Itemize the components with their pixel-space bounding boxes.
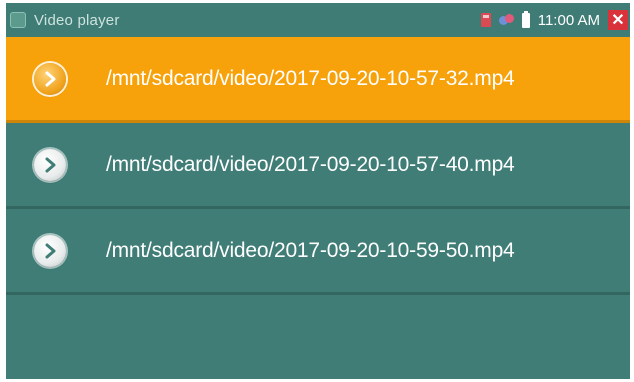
video-list-item[interactable]: /mnt/sdcard/video/2017-09-20-10-57-40.mp… (6, 123, 630, 209)
status-bar: 11:00 AM ✕ (480, 3, 630, 37)
battery-icon (521, 10, 530, 28)
video-list-item[interactable]: /mnt/sdcard/video/2017-09-20-10-57-32.mp… (6, 37, 630, 123)
video-file-list: /mnt/sdcard/video/2017-09-20-10-57-32.mp… (6, 37, 630, 295)
play-icon[interactable] (34, 234, 66, 267)
video-list-item[interactable]: /mnt/sdcard/video/2017-09-20-10-59-50.mp… (6, 209, 630, 295)
app-title: Video player (34, 11, 120, 29)
app-icon (10, 12, 26, 28)
play-icon[interactable] (34, 62, 66, 95)
play-icon[interactable] (34, 148, 66, 181)
video-file-name: /mnt/sdcard/video/2017-09-20-10-57-40.mp… (106, 152, 515, 176)
clock: 11:00 AM (537, 11, 600, 29)
close-button[interactable]: ✕ (608, 10, 628, 30)
sd-card-icon (480, 13, 491, 27)
close-icon: ✕ (611, 12, 625, 29)
usb-icon (498, 13, 514, 27)
video-file-name: /mnt/sdcard/video/2017-09-20-10-59-50.mp… (106, 238, 515, 262)
video-file-name: /mnt/sdcard/video/2017-09-20-10-57-32.mp… (106, 66, 515, 90)
title-bar: Video player 11:00 AM ✕ (6, 3, 630, 37)
video-player-screen: Video player 11:00 AM ✕ /mnt/sdcard/vide… (6, 3, 630, 379)
